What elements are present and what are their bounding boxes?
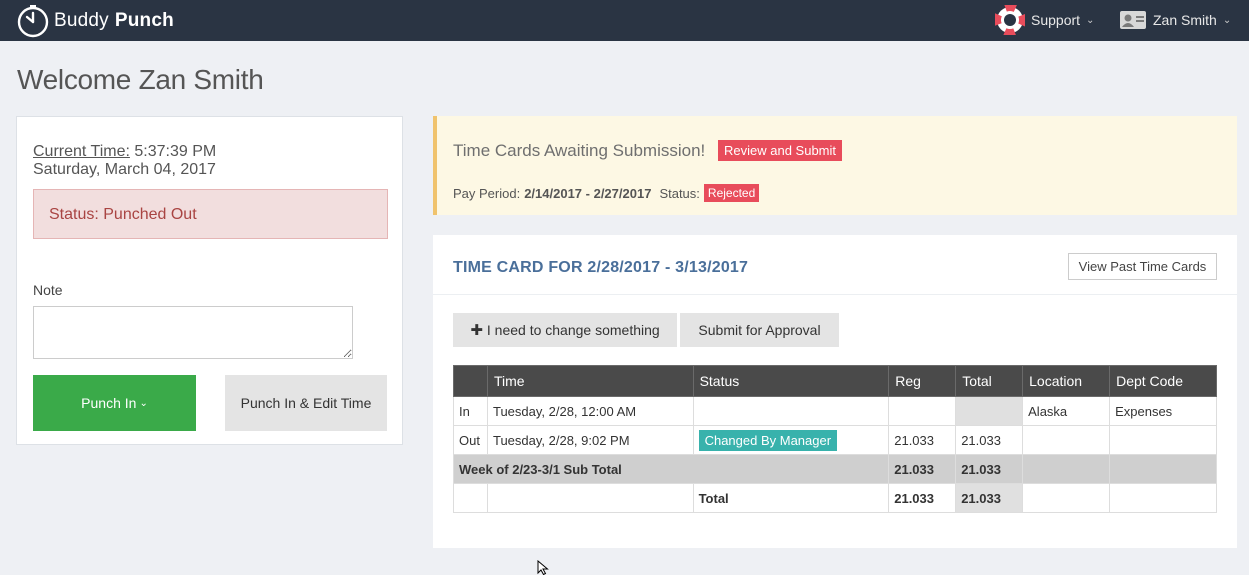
- brand-name: Buddy Punch: [54, 10, 174, 32]
- table-row: Out Tuesday, 2/28, 9:02 PM Changed By Ma…: [453, 425, 1217, 455]
- empty-cell: [1022, 454, 1111, 484]
- note-label: Note: [33, 282, 63, 298]
- user-menu[interactable]: Zan Smith ⌄: [1119, 4, 1231, 36]
- empty-cell: [486, 483, 694, 513]
- punch-status-cell: [692, 396, 890, 426]
- timecard-table: Time Status Reg Total Location Dept Code…: [452, 365, 1217, 513]
- subtotal-row: Week of 2/23-3/1 Sub Total 21.033 21.033: [452, 454, 1217, 484]
- changed-by-manager-badge[interactable]: Changed By Manager: [698, 429, 838, 451]
- change-something-label: I need to change something: [486, 322, 660, 338]
- plus-icon: ✚: [470, 322, 483, 339]
- table-row: In Tuesday, 2/28, 12:00 AM Alaska Expens…: [453, 396, 1217, 426]
- stopwatch-icon: [16, 4, 50, 38]
- grand-total-reg: 21.033: [888, 483, 957, 513]
- page-title: Welcome Zan Smith: [17, 64, 264, 95]
- total-row: Total 21.033 21.033: [453, 483, 1217, 513]
- subtotal-total: 21.033: [955, 454, 1024, 484]
- column-header: Dept Code: [1109, 365, 1217, 397]
- user-name: Zan Smith: [1153, 12, 1217, 28]
- reg-hours: 21.033: [888, 425, 957, 455]
- current-time-value: 5:37:39 PM: [134, 143, 217, 160]
- mouse-cursor-icon: [537, 560, 549, 575]
- column-header: [453, 365, 488, 397]
- punch-type: In: [453, 396, 488, 426]
- location: [1022, 425, 1111, 455]
- punch-in-label: Punch In: [81, 395, 137, 411]
- chevron-down-icon: ⌄: [139, 397, 148, 409]
- punch-type: Out: [453, 425, 488, 455]
- brand-name-bold: Punch: [114, 9, 174, 31]
- current-time: Current Time: 5:37:39 PM Saturday, March…: [33, 143, 216, 179]
- submit-approval-button[interactable]: Submit for Approval: [680, 313, 839, 347]
- empty-cell: [453, 483, 488, 513]
- current-time-label: Current Time:: [33, 143, 130, 160]
- empty-cell: [1109, 454, 1217, 484]
- punch-clock-panel: Current Time: 5:37:39 PM Saturday, March…: [16, 116, 403, 445]
- timecard-alert: Time Cards Awaiting Submission! Review a…: [433, 116, 1237, 215]
- chevron-down-icon: ⌄: [1086, 14, 1095, 26]
- lifebuoy-icon: [995, 5, 1025, 35]
- punch-time: Tuesday, 2/28, 12:00 AM: [486, 396, 694, 426]
- subtotal-label: Week of 2/23-3/1 Sub Total: [452, 454, 890, 484]
- chevron-down-icon: ⌄: [1222, 14, 1232, 26]
- timecard-title: TIME CARD FOR 2/28/2017 - 3/13/2017: [453, 259, 749, 276]
- user-card-icon: [1120, 11, 1146, 29]
- punch-in-edit-button[interactable]: Punch In & Edit Time: [225, 375, 387, 431]
- location: Alaska: [1022, 396, 1111, 426]
- dept-code: [1109, 425, 1217, 455]
- view-past-timecards-button[interactable]: View Past Time Cards: [1068, 253, 1217, 280]
- punch-time: Tuesday, 2/28, 9:02 PM: [486, 425, 694, 455]
- column-header: Time: [486, 365, 694, 397]
- note-field[interactable]: [33, 306, 353, 359]
- subtotal-reg: 21.033: [888, 454, 957, 484]
- support-menu[interactable]: Support ⌄: [995, 4, 1094, 36]
- pay-status-label: Status:: [659, 185, 700, 201]
- table-header: Time Status Reg Total Location Dept Code: [453, 365, 1217, 397]
- dept-code: Expenses: [1109, 396, 1217, 426]
- empty-cell: [1022, 483, 1111, 513]
- empty-cell: [1109, 483, 1217, 513]
- brand-name-light: Buddy: [54, 9, 109, 31]
- punch-status: Status: Punched Out: [33, 189, 388, 239]
- support-label: Support: [1031, 12, 1081, 28]
- brand-logo[interactable]: Buddy Punch: [16, 0, 174, 41]
- total-hours: [955, 396, 1024, 426]
- divider: [433, 294, 1237, 295]
- pay-period-label: Pay Period:: [453, 185, 521, 201]
- status-badge: Rejected: [703, 184, 760, 202]
- change-something-button[interactable]: ✚ I need to change something: [453, 313, 677, 347]
- punch-status-cell: Changed By Manager: [692, 425, 890, 455]
- pay-period-value: 2/14/2017 - 2/27/2017: [524, 185, 652, 201]
- column-header: Location: [1022, 365, 1111, 397]
- column-header: Reg: [888, 365, 957, 397]
- total-label: Total: [692, 483, 890, 513]
- punch-in-button[interactable]: Punch In ⌄: [33, 375, 196, 431]
- pay-period-line: Pay Period: 2/14/2017 - 2/27/2017 Status…: [453, 184, 760, 202]
- reg-hours: [888, 396, 957, 426]
- column-header: Status: [692, 365, 890, 397]
- top-navbar: Buddy Punch Support ⌄ Zan Smith ⌄: [0, 0, 1249, 41]
- column-header: Total: [955, 365, 1024, 397]
- total-hours: 21.033: [955, 425, 1024, 455]
- current-date: Saturday, March 04, 2017: [33, 161, 216, 178]
- alert-title: Time Cards Awaiting Submission!: [453, 141, 706, 160]
- review-submit-button[interactable]: Review and Submit: [718, 140, 842, 161]
- timecard-panel: TIME CARD FOR 2/28/2017 - 3/13/2017 View…: [433, 235, 1237, 548]
- grand-total-total: 21.033: [955, 483, 1024, 513]
